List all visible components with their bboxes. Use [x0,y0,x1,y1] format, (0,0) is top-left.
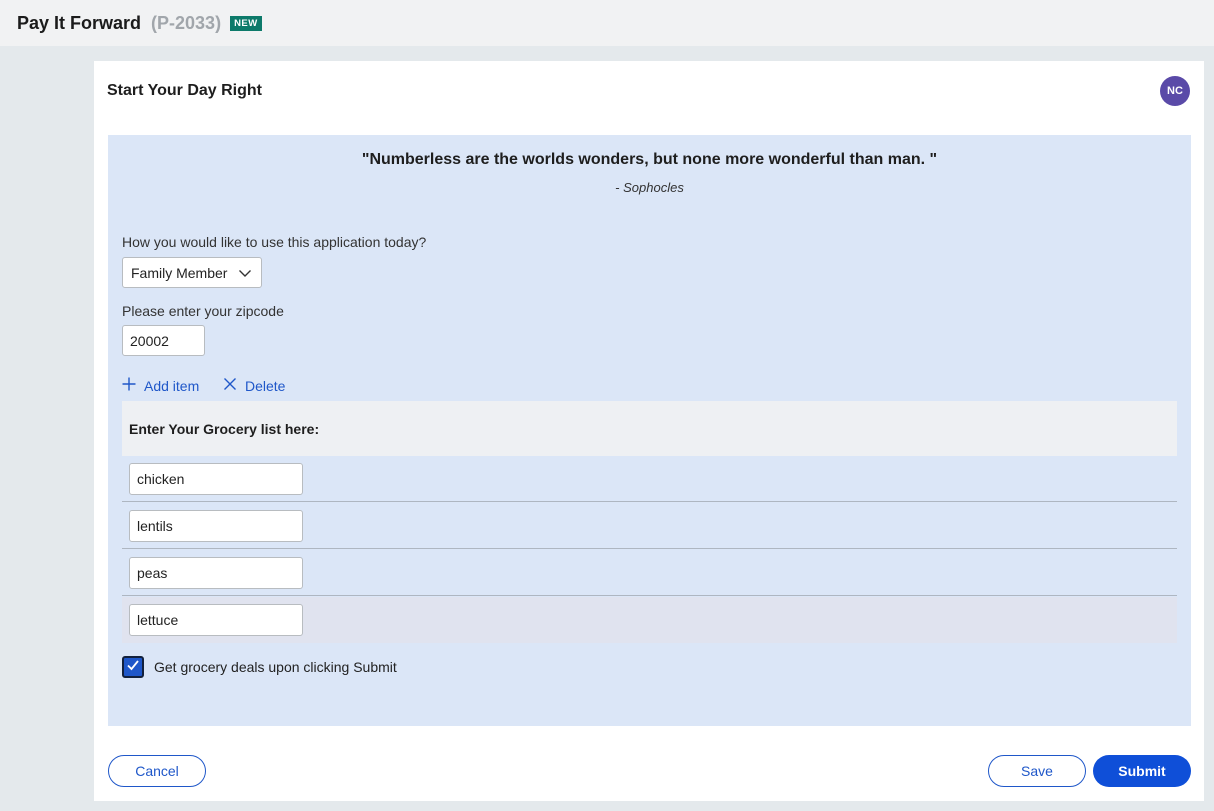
usage-select-value: Family Member [131,264,228,281]
grocery-row [122,597,1177,643]
status-badge: NEW [230,15,262,31]
grocery-row [122,550,1177,596]
quote-author: - Sophocles [615,180,684,195]
zipcode-label: Please enter your zipcode [122,303,284,319]
add-item-label: Add item [144,377,200,394]
app-title: Pay It Forward [17,12,142,33]
zipcode-input[interactable] [122,325,205,356]
deals-checkbox[interactable] [122,656,144,678]
delete-button[interactable]: Delete [223,377,285,394]
grocery-item-input[interactable] [129,463,303,495]
checkmark-icon [126,658,140,677]
submit-button[interactable]: Submit [1093,755,1191,787]
close-icon [223,377,237,394]
case-id: (P-2033) [151,12,222,33]
plus-icon [122,377,136,394]
grocery-item-input[interactable] [129,604,303,636]
form-panel: "Numberless are the worlds wonders, but … [108,135,1191,726]
quote-text: "Numberless are the worlds wonders, but … [361,151,938,168]
grocery-list-header: Enter Your Grocery list here: [122,401,1177,456]
avatar[interactable]: NC [1160,76,1190,106]
grocery-row [122,503,1177,549]
chevron-down-icon [238,266,252,283]
add-item-button[interactable]: Add item [122,377,199,394]
main-card: Start Your Day Right NC "Numberless are … [94,61,1204,801]
usage-select[interactable]: Family Member [122,257,262,288]
usage-label: How you would like to use this applicati… [122,234,427,250]
top-bar: Pay It Forward (P-2033) NEW [0,0,1214,46]
save-button[interactable]: Save [988,755,1086,787]
delete-label: Delete [245,377,286,394]
deals-checkbox-label: Get grocery deals upon clicking Submit [154,659,397,675]
grocery-item-input[interactable] [129,557,303,589]
cancel-button[interactable]: Cancel [108,755,206,787]
grocery-item-input[interactable] [129,510,303,542]
page-title: Start Your Day Right [107,82,262,99]
grocery-row [122,456,1177,502]
